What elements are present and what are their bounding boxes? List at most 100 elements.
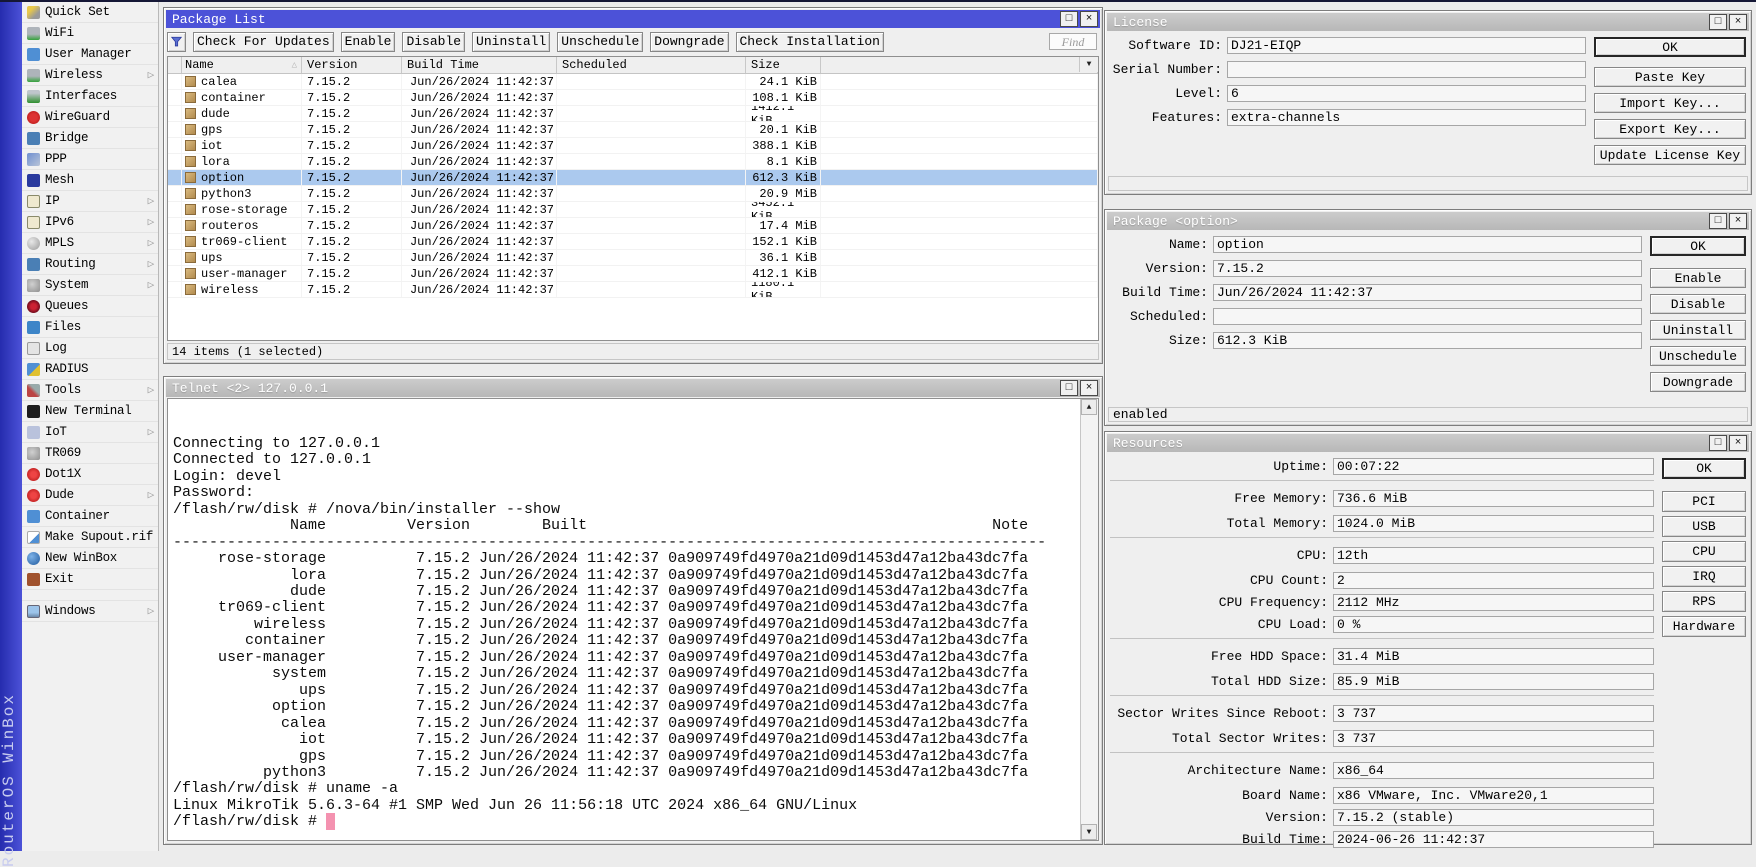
cell-name[interactable]: routeros — [182, 218, 302, 233]
sidebar-menu-item[interactable]: TR069 ▷ — [22, 443, 158, 464]
cell-size[interactable]: 20.9 MiB — [746, 186, 821, 201]
row-select-cell[interactable] — [168, 250, 182, 265]
cell-name[interactable]: rose-storage — [182, 202, 302, 217]
cell-scheduled[interactable] — [557, 250, 746, 265]
sidebar-menu-item[interactable]: Routing ▷ — [22, 254, 158, 275]
cell-scheduled[interactable] — [557, 106, 746, 121]
cell-scheduled[interactable] — [557, 186, 746, 201]
cell-version[interactable]: 7.15.2 — [302, 282, 402, 297]
column-header-scheduled[interactable]: Scheduled — [557, 57, 746, 73]
sidebar-menu-item[interactable]: Windows ▷ — [22, 601, 158, 622]
dialog-button[interactable]: Update License Key — [1594, 145, 1746, 165]
scroll-up-icon[interactable]: ▲ — [1081, 399, 1097, 415]
sidebar-menu-item[interactable]: System ▷ — [22, 275, 158, 296]
sidebar-menu-item[interactable]: WiFi ▷ — [22, 23, 158, 44]
cell-name[interactable]: ups — [182, 250, 302, 265]
cell-version[interactable]: 7.15.2 — [302, 90, 402, 105]
field-input[interactable] — [1333, 762, 1654, 779]
disable-button[interactable]: Disable — [402, 32, 465, 52]
cell-version[interactable]: 7.15.2 — [302, 170, 402, 185]
scroll-down-icon[interactable]: ▼ — [1081, 824, 1097, 840]
cell-build-time[interactable]: Jun/26/2024 11:42:37 — [402, 250, 557, 265]
sidebar-menu-item[interactable]: IPv6 ▷ — [22, 212, 158, 233]
cell-build-time[interactable]: Jun/26/2024 11:42:37 — [402, 170, 557, 185]
row-select-cell[interactable] — [168, 266, 182, 281]
sidebar-menu-item[interactable]: MPLS ▷ — [22, 233, 158, 254]
field-input[interactable] — [1333, 648, 1654, 665]
field-input[interactable] — [1213, 284, 1642, 301]
cell-size[interactable]: 1180.1 KiB — [746, 282, 821, 297]
row-select-cell[interactable] — [168, 218, 182, 233]
dialog-button[interactable]: Disable — [1650, 294, 1746, 314]
column-header-name[interactable]: Name △ — [182, 57, 302, 73]
maximize-icon[interactable]: □ — [1709, 14, 1727, 30]
row-select-cell[interactable] — [168, 154, 182, 169]
dialog-button[interactable]: IRQ — [1662, 566, 1746, 587]
cell-scheduled[interactable] — [557, 218, 746, 233]
cell-name[interactable]: user-manager — [182, 266, 302, 281]
cell-build-time[interactable]: Jun/26/2024 11:42:37 — [402, 266, 557, 281]
sidebar-menu-item[interactable]: Tools ▷ — [22, 380, 158, 401]
row-select-cell[interactable] — [168, 202, 182, 217]
field-input[interactable] — [1333, 730, 1654, 747]
cell-build-time[interactable]: Jun/26/2024 11:42:37 — [402, 138, 557, 153]
table-row[interactable]: iot 7.15.2 Jun/26/2024 11:42:37 388.1 Ki… — [168, 138, 1098, 154]
field-input[interactable] — [1227, 85, 1586, 102]
row-select-cell[interactable] — [168, 74, 182, 89]
cell-build-time[interactable]: Jun/26/2024 11:42:37 — [402, 90, 557, 105]
cell-scheduled[interactable] — [557, 234, 746, 249]
filter-button[interactable] — [167, 32, 186, 52]
cell-version[interactable]: 7.15.2 — [302, 218, 402, 233]
cell-size[interactable]: 24.1 KiB — [746, 74, 821, 89]
field-input[interactable] — [1213, 260, 1642, 277]
dialog-button[interactable]: Enable — [1650, 268, 1746, 288]
cell-version[interactable]: 7.15.2 — [302, 74, 402, 89]
field-input[interactable] — [1213, 236, 1642, 253]
column-header-version[interactable]: Version — [302, 57, 402, 73]
cell-name[interactable]: dude — [182, 106, 302, 121]
package-list-titlebar[interactable]: Package List □ × — [166, 10, 1100, 28]
table-row[interactable]: dude 7.15.2 Jun/26/2024 11:42:37 1412.1 … — [168, 106, 1098, 122]
dialog-button[interactable]: Downgrade — [1650, 372, 1746, 392]
cell-scheduled[interactable] — [557, 138, 746, 153]
cell-name[interactable]: calea — [182, 74, 302, 89]
sidebar-menu-item[interactable]: Make Supout.rif ▷ — [22, 527, 158, 548]
cell-name[interactable]: lora — [182, 154, 302, 169]
cell-version[interactable]: 7.15.2 — [302, 250, 402, 265]
column-header-build-time[interactable]: Build Time — [402, 57, 557, 73]
cell-scheduled[interactable] — [557, 266, 746, 281]
row-select-cell[interactable] — [168, 106, 182, 121]
dialog-button[interactable]: CPU — [1662, 541, 1746, 562]
cell-build-time[interactable]: Jun/26/2024 11:42:37 — [402, 186, 557, 201]
uninstall-button[interactable]: Uninstall — [472, 32, 550, 52]
cell-build-time[interactable]: Jun/26/2024 11:42:37 — [402, 282, 557, 297]
dialog-button[interactable]: Paste Key — [1594, 67, 1746, 87]
sidebar-menu-item[interactable]: Files ▷ — [22, 317, 158, 338]
cell-name[interactable]: tr069-client — [182, 234, 302, 249]
cell-version[interactable]: 7.15.2 — [302, 186, 402, 201]
field-input[interactable] — [1227, 37, 1586, 54]
table-row[interactable]: option 7.15.2 Jun/26/2024 11:42:37 612.3… — [168, 170, 1098, 186]
terminal-scrollbar[interactable]: ▲ ▼ — [1080, 399, 1098, 840]
close-icon[interactable]: × — [1080, 11, 1098, 27]
check-installation-button[interactable]: Check Installation — [736, 32, 884, 52]
license-titlebar[interactable]: License □ × — [1107, 13, 1749, 31]
sidebar-menu-item[interactable]: PPP ▷ — [22, 149, 158, 170]
sidebar-menu-item[interactable]: Mesh ▷ — [22, 170, 158, 191]
row-select-cell[interactable] — [168, 234, 182, 249]
field-input[interactable] — [1333, 572, 1654, 589]
table-row[interactable]: python3 7.15.2 Jun/26/2024 11:42:37 20.9… — [168, 186, 1098, 202]
field-input[interactable] — [1227, 109, 1586, 126]
table-row[interactable]: gps 7.15.2 Jun/26/2024 11:42:37 20.1 KiB — [168, 122, 1098, 138]
sidebar-menu-item[interactable]: Interfaces ▷ — [22, 86, 158, 107]
cell-size[interactable]: 3452.1 KiB — [746, 202, 821, 217]
table-row[interactable]: rose-storage 7.15.2 Jun/26/2024 11:42:37… — [168, 202, 1098, 218]
close-icon[interactable]: × — [1729, 213, 1747, 229]
cell-name[interactable]: option — [182, 170, 302, 185]
enable-button[interactable]: Enable — [341, 32, 396, 52]
field-input[interactable] — [1213, 308, 1642, 325]
cell-build-time[interactable]: Jun/26/2024 11:42:37 — [402, 106, 557, 121]
sidebar-menu-item[interactable]: Log ▷ — [22, 338, 158, 359]
maximize-icon[interactable]: □ — [1709, 435, 1727, 451]
maximize-icon[interactable]: □ — [1060, 380, 1078, 396]
